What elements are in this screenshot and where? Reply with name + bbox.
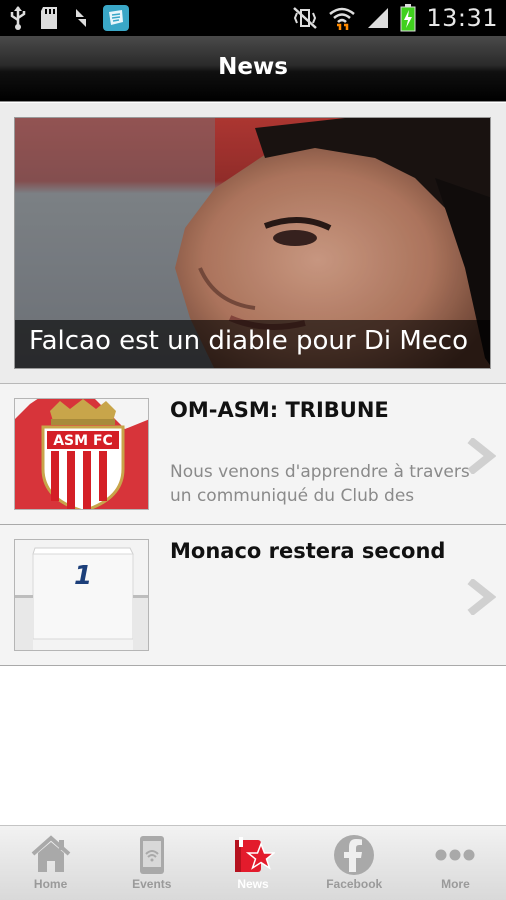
news-thumbnail: ASM FC [14,398,149,510]
podium-number: 1 [74,561,92,591]
news-title: OM-ASM: TRIBUNE [170,398,389,422]
featured-article[interactable]: Falcao est un diable pour Di Meco [0,103,506,384]
status-right-icons: 13:31 [292,0,498,36]
news-title: Monaco restera second [170,539,446,563]
sync-icon [76,9,86,27]
news-thumbnail: 1 [14,539,149,651]
tab-news[interactable]: News [202,826,303,900]
news-content[interactable]: Falcao est un diable pour Di Meco ASM FC [0,103,506,825]
crest-text: ASM FC [53,433,113,449]
usb-icon [10,6,26,30]
featured-caption: Falcao est un diable pour Di Meco [15,320,490,368]
tab-more[interactable]: More [405,826,506,900]
status-left-icons [8,4,130,32]
bottom-tab-bar: Home Events News Facebook More [0,825,506,900]
tab-facebook[interactable]: Facebook [304,826,405,900]
battery-charging-icon [400,4,416,32]
featured-title: Falcao est un diable pour Di Meco [29,326,468,356]
news-summary: Nous venons d'apprendre à travers un com… [170,462,470,506]
vibrate-mute-icon [293,7,318,29]
wifi-icon [329,7,356,30]
tab-label: Home [33,877,68,891]
status-time: 13:31 [426,4,498,32]
news-list-item[interactable]: ASM FC OM-ASM: TRIBUNE Nous venons d'app… [0,384,506,525]
asm-fc-crest-icon: ASM FC [15,399,148,509]
news-star-icon [235,837,275,872]
podium-icon: 1 [15,540,148,650]
status-bar: 13:31 [0,0,506,36]
featured-image[interactable]: Falcao est un diable pour Di Meco [14,117,491,369]
home-icon [31,835,70,872]
app-header: News [0,36,506,102]
page-title: News [218,54,288,80]
signal-icon [368,8,389,28]
tab-events[interactable]: Events [101,826,202,900]
facebook-icon [334,835,375,875]
news-list-item[interactable]: 1 Monaco restera second [0,525,506,666]
tab-home[interactable]: Home [0,826,101,900]
tab-label: News [237,877,269,891]
app-notification-icon [103,5,129,31]
tab-label: Events [132,877,172,891]
chevron-right-icon[interactable] [466,579,496,615]
tablet-icon [139,836,164,874]
chevron-right-icon[interactable] [466,438,496,474]
tab-label: Facebook [326,877,383,891]
more-dots-icon [435,849,475,861]
tab-label: More [441,877,470,891]
sd-card-icon [41,7,57,29]
